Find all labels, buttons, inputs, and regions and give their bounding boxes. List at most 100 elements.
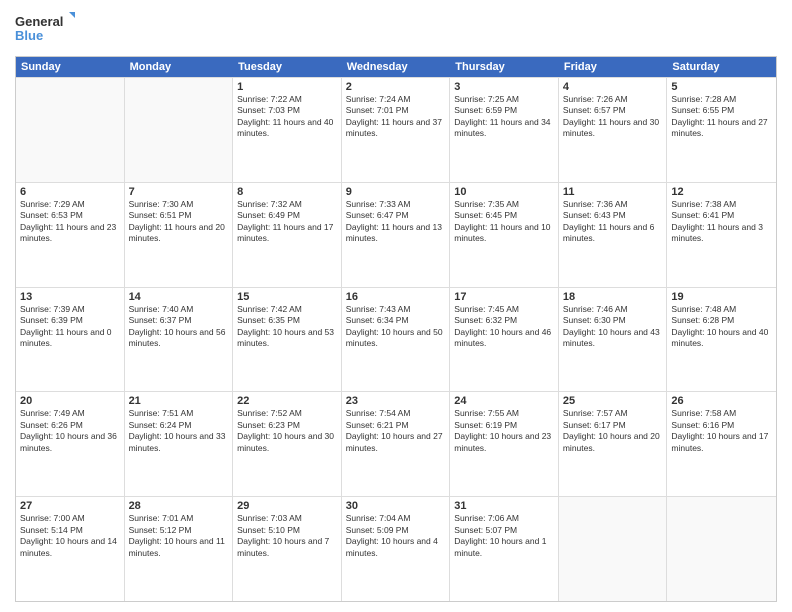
weekday-header: Saturday bbox=[667, 57, 776, 77]
calendar-cell: 13Sunrise: 7:39 AM Sunset: 6:39 PM Dayli… bbox=[16, 288, 125, 392]
cell-day-number: 24 bbox=[454, 395, 554, 407]
cell-day-number: 12 bbox=[671, 186, 772, 198]
cell-day-number: 25 bbox=[563, 395, 663, 407]
calendar-cell: 12Sunrise: 7:38 AM Sunset: 6:41 PM Dayli… bbox=[667, 183, 776, 287]
cell-info: Sunrise: 7:28 AM Sunset: 6:55 PM Dayligh… bbox=[671, 94, 772, 140]
cell-day-number: 1 bbox=[237, 81, 337, 93]
calendar-cell: 26Sunrise: 7:58 AM Sunset: 6:16 PM Dayli… bbox=[667, 392, 776, 496]
calendar-row: 13Sunrise: 7:39 AM Sunset: 6:39 PM Dayli… bbox=[16, 287, 776, 392]
cell-info: Sunrise: 7:24 AM Sunset: 7:01 PM Dayligh… bbox=[346, 94, 446, 140]
calendar-cell: 20Sunrise: 7:49 AM Sunset: 6:26 PM Dayli… bbox=[16, 392, 125, 496]
weekday-header: Thursday bbox=[450, 57, 559, 77]
cell-info: Sunrise: 7:58 AM Sunset: 6:16 PM Dayligh… bbox=[671, 408, 772, 454]
cell-info: Sunrise: 7:57 AM Sunset: 6:17 PM Dayligh… bbox=[563, 408, 663, 454]
calendar-cell: 21Sunrise: 7:51 AM Sunset: 6:24 PM Dayli… bbox=[125, 392, 234, 496]
cell-info: Sunrise: 7:30 AM Sunset: 6:51 PM Dayligh… bbox=[129, 199, 229, 245]
cell-info: Sunrise: 7:42 AM Sunset: 6:35 PM Dayligh… bbox=[237, 304, 337, 350]
cell-info: Sunrise: 7:43 AM Sunset: 6:34 PM Dayligh… bbox=[346, 304, 446, 350]
calendar-cell: 23Sunrise: 7:54 AM Sunset: 6:21 PM Dayli… bbox=[342, 392, 451, 496]
cell-day-number: 23 bbox=[346, 395, 446, 407]
cell-info: Sunrise: 7:25 AM Sunset: 6:59 PM Dayligh… bbox=[454, 94, 554, 140]
calendar-cell: 6Sunrise: 7:29 AM Sunset: 6:53 PM Daylig… bbox=[16, 183, 125, 287]
cell-day-number: 4 bbox=[563, 81, 663, 93]
cell-day-number: 5 bbox=[671, 81, 772, 93]
cell-day-number: 27 bbox=[20, 500, 120, 512]
cell-info: Sunrise: 7:32 AM Sunset: 6:49 PM Dayligh… bbox=[237, 199, 337, 245]
svg-text:Blue: Blue bbox=[15, 28, 43, 43]
calendar-cell: 15Sunrise: 7:42 AM Sunset: 6:35 PM Dayli… bbox=[233, 288, 342, 392]
calendar-row: 20Sunrise: 7:49 AM Sunset: 6:26 PM Dayli… bbox=[16, 391, 776, 496]
calendar-cell: 5Sunrise: 7:28 AM Sunset: 6:55 PM Daylig… bbox=[667, 78, 776, 182]
calendar-cell: 31Sunrise: 7:06 AM Sunset: 5:07 PM Dayli… bbox=[450, 497, 559, 601]
cell-info: Sunrise: 7:45 AM Sunset: 6:32 PM Dayligh… bbox=[454, 304, 554, 350]
cell-day-number: 31 bbox=[454, 500, 554, 512]
cell-info: Sunrise: 7:48 AM Sunset: 6:28 PM Dayligh… bbox=[671, 304, 772, 350]
calendar-header: SundayMondayTuesdayWednesdayThursdayFrid… bbox=[16, 57, 776, 77]
cell-day-number: 22 bbox=[237, 395, 337, 407]
cell-info: Sunrise: 7:35 AM Sunset: 6:45 PM Dayligh… bbox=[454, 199, 554, 245]
weekday-header: Sunday bbox=[16, 57, 125, 77]
calendar-cell: 2Sunrise: 7:24 AM Sunset: 7:01 PM Daylig… bbox=[342, 78, 451, 182]
calendar-cell: 16Sunrise: 7:43 AM Sunset: 6:34 PM Dayli… bbox=[342, 288, 451, 392]
calendar: SundayMondayTuesdayWednesdayThursdayFrid… bbox=[15, 56, 777, 602]
cell-day-number: 2 bbox=[346, 81, 446, 93]
calendar-cell: 1Sunrise: 7:22 AM Sunset: 7:03 PM Daylig… bbox=[233, 78, 342, 182]
cell-day-number: 16 bbox=[346, 291, 446, 303]
cell-day-number: 11 bbox=[563, 186, 663, 198]
calendar-cell: 25Sunrise: 7:57 AM Sunset: 6:17 PM Dayli… bbox=[559, 392, 668, 496]
calendar-cell: 3Sunrise: 7:25 AM Sunset: 6:59 PM Daylig… bbox=[450, 78, 559, 182]
logo: General Blue bbox=[15, 10, 75, 50]
cell-info: Sunrise: 7:06 AM Sunset: 5:07 PM Dayligh… bbox=[454, 513, 554, 559]
weekday-header: Friday bbox=[559, 57, 668, 77]
cell-day-number: 19 bbox=[671, 291, 772, 303]
cell-info: Sunrise: 7:55 AM Sunset: 6:19 PM Dayligh… bbox=[454, 408, 554, 454]
cell-info: Sunrise: 7:49 AM Sunset: 6:26 PM Dayligh… bbox=[20, 408, 120, 454]
calendar-cell bbox=[16, 78, 125, 182]
calendar-row: 6Sunrise: 7:29 AM Sunset: 6:53 PM Daylig… bbox=[16, 182, 776, 287]
calendar-cell: 11Sunrise: 7:36 AM Sunset: 6:43 PM Dayli… bbox=[559, 183, 668, 287]
calendar-row: 1Sunrise: 7:22 AM Sunset: 7:03 PM Daylig… bbox=[16, 77, 776, 182]
cell-info: Sunrise: 7:26 AM Sunset: 6:57 PM Dayligh… bbox=[563, 94, 663, 140]
calendar-cell: 18Sunrise: 7:46 AM Sunset: 6:30 PM Dayli… bbox=[559, 288, 668, 392]
cell-info: Sunrise: 7:03 AM Sunset: 5:10 PM Dayligh… bbox=[237, 513, 337, 559]
cell-day-number: 8 bbox=[237, 186, 337, 198]
cell-info: Sunrise: 7:39 AM Sunset: 6:39 PM Dayligh… bbox=[20, 304, 120, 350]
cell-info: Sunrise: 7:04 AM Sunset: 5:09 PM Dayligh… bbox=[346, 513, 446, 559]
weekday-header: Wednesday bbox=[342, 57, 451, 77]
calendar-cell: 29Sunrise: 7:03 AM Sunset: 5:10 PM Dayli… bbox=[233, 497, 342, 601]
calendar-body: 1Sunrise: 7:22 AM Sunset: 7:03 PM Daylig… bbox=[16, 77, 776, 601]
weekday-header: Tuesday bbox=[233, 57, 342, 77]
cell-info: Sunrise: 7:46 AM Sunset: 6:30 PM Dayligh… bbox=[563, 304, 663, 350]
calendar-cell: 9Sunrise: 7:33 AM Sunset: 6:47 PM Daylig… bbox=[342, 183, 451, 287]
calendar-cell: 22Sunrise: 7:52 AM Sunset: 6:23 PM Dayli… bbox=[233, 392, 342, 496]
weekday-header: Monday bbox=[125, 57, 234, 77]
header: General Blue bbox=[15, 10, 777, 50]
cell-day-number: 17 bbox=[454, 291, 554, 303]
cell-day-number: 26 bbox=[671, 395, 772, 407]
cell-info: Sunrise: 7:33 AM Sunset: 6:47 PM Dayligh… bbox=[346, 199, 446, 245]
cell-day-number: 10 bbox=[454, 186, 554, 198]
cell-info: Sunrise: 7:38 AM Sunset: 6:41 PM Dayligh… bbox=[671, 199, 772, 245]
cell-info: Sunrise: 7:29 AM Sunset: 6:53 PM Dayligh… bbox=[20, 199, 120, 245]
calendar-cell: 7Sunrise: 7:30 AM Sunset: 6:51 PM Daylig… bbox=[125, 183, 234, 287]
calendar-cell: 17Sunrise: 7:45 AM Sunset: 6:32 PM Dayli… bbox=[450, 288, 559, 392]
page: General Blue SundayMondayTuesdayWednesda… bbox=[0, 0, 792, 612]
cell-day-number: 30 bbox=[346, 500, 446, 512]
cell-info: Sunrise: 7:01 AM Sunset: 5:12 PM Dayligh… bbox=[129, 513, 229, 559]
cell-info: Sunrise: 7:00 AM Sunset: 5:14 PM Dayligh… bbox=[20, 513, 120, 559]
calendar-cell: 14Sunrise: 7:40 AM Sunset: 6:37 PM Dayli… bbox=[125, 288, 234, 392]
cell-day-number: 9 bbox=[346, 186, 446, 198]
cell-day-number: 18 bbox=[563, 291, 663, 303]
cell-info: Sunrise: 7:54 AM Sunset: 6:21 PM Dayligh… bbox=[346, 408, 446, 454]
svg-text:General: General bbox=[15, 14, 63, 29]
calendar-cell: 8Sunrise: 7:32 AM Sunset: 6:49 PM Daylig… bbox=[233, 183, 342, 287]
calendar-cell bbox=[667, 497, 776, 601]
cell-info: Sunrise: 7:40 AM Sunset: 6:37 PM Dayligh… bbox=[129, 304, 229, 350]
calendar-cell: 30Sunrise: 7:04 AM Sunset: 5:09 PM Dayli… bbox=[342, 497, 451, 601]
cell-day-number: 21 bbox=[129, 395, 229, 407]
calendar-cell: 19Sunrise: 7:48 AM Sunset: 6:28 PM Dayli… bbox=[667, 288, 776, 392]
cell-info: Sunrise: 7:22 AM Sunset: 7:03 PM Dayligh… bbox=[237, 94, 337, 140]
cell-day-number: 28 bbox=[129, 500, 229, 512]
calendar-cell bbox=[125, 78, 234, 182]
calendar-cell: 10Sunrise: 7:35 AM Sunset: 6:45 PM Dayli… bbox=[450, 183, 559, 287]
